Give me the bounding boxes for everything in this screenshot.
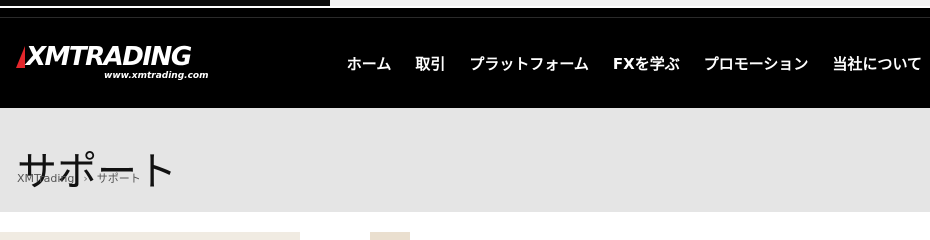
content-area: [0, 212, 930, 240]
logo-url-text: www.xmtrading.com: [104, 71, 209, 81]
page-title-band: サポート XMTrading › サポート: [0, 108, 930, 212]
breadcrumb-home-link[interactable]: XMTrading: [17, 172, 74, 186]
nav-item-trading[interactable]: 取引: [415, 53, 445, 75]
breadcrumb-chevron-icon: ›: [83, 172, 88, 185]
nav-item-about[interactable]: 当社について: [832, 53, 922, 75]
nav-item-platforms[interactable]: プラットフォーム: [469, 53, 589, 75]
site-header: XMTRADING www.xmtrading.com ホーム 取引 プラットフ…: [0, 8, 930, 108]
nav-item-learn-fx[interactable]: FXを学ぶ: [613, 53, 680, 75]
breadcrumb: XMTrading › サポート: [17, 172, 141, 186]
logo-text: XMTRADING: [26, 42, 192, 72]
content-image-edge: [0, 232, 300, 240]
logo-mark-icon: [16, 46, 25, 68]
main-nav: ホーム 取引 プラットフォーム FXを学ぶ プロモーション 当社について: [347, 52, 922, 76]
nav-item-home[interactable]: ホーム: [347, 53, 392, 75]
page: XMTRADING www.xmtrading.com ホーム 取引 プラットフ…: [0, 0, 930, 240]
top-strip-light: [330, 0, 930, 6]
header-divider: [0, 17, 930, 18]
breadcrumb-current: サポート: [96, 172, 141, 185]
nav-item-promotions[interactable]: プロモーション: [704, 53, 809, 75]
content-image-edge: [370, 232, 410, 240]
top-strip-dark: [0, 0, 330, 6]
site-logo[interactable]: XMTRADING www.xmtrading.com: [16, 42, 216, 86]
top-strip: [0, 0, 930, 8]
